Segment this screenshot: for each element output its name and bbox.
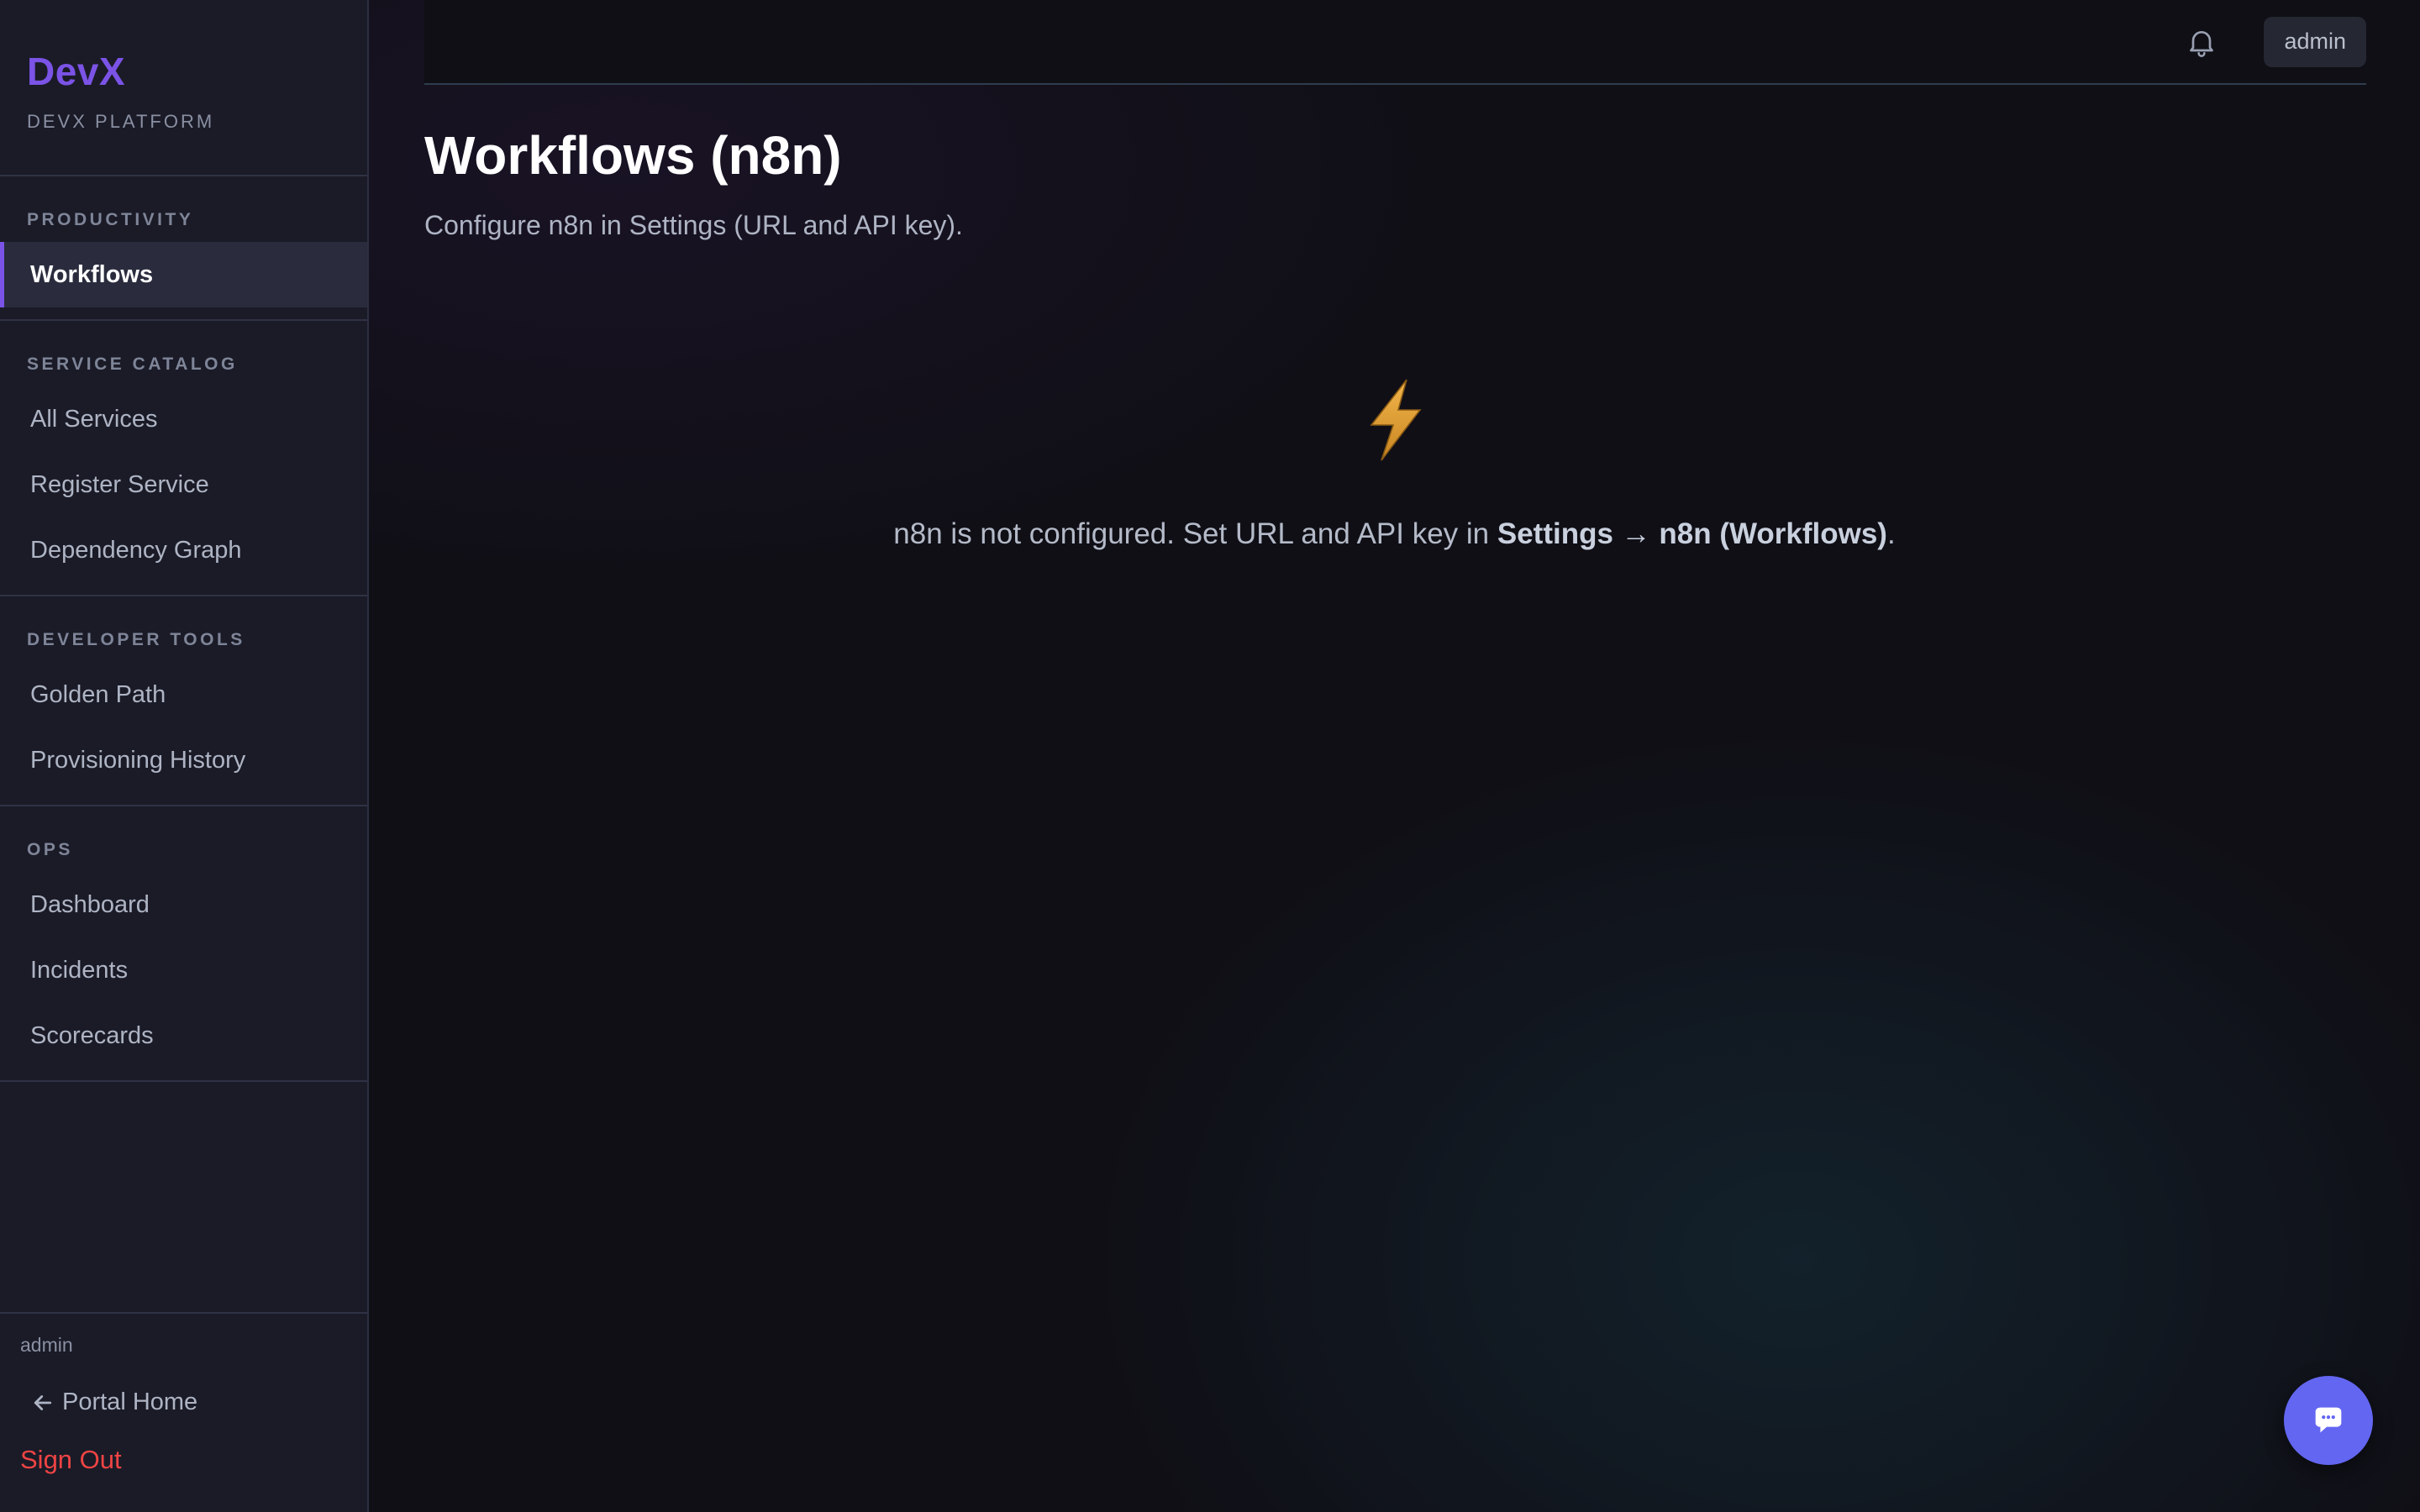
sidebar: DevX DEVX PLATFORM PRODUCTIVITY Workflow…: [0, 0, 369, 1512]
user-menu-button[interactable]: admin: [2264, 16, 2366, 67]
bell-icon[interactable]: [2185, 25, 2218, 59]
arrow-left-icon: [34, 1394, 52, 1410]
section-label: DEVELOPER TOOLS: [27, 630, 245, 649]
section-label: OPS: [27, 840, 73, 859]
nav-section-productivity: PRODUCTIVITY Workflows: [0, 176, 367, 321]
nav-section-service-catalog: SERVICE CATALOG All Services Register Se…: [0, 321, 367, 596]
lightning-bolt-icon: [1369, 379, 1422, 461]
sidebar-item-golden-path[interactable]: Golden Path: [0, 662, 367, 727]
sidebar-footer: admin Portal Home Sign Out: [0, 1312, 367, 1512]
portal-home-link[interactable]: Portal Home: [20, 1389, 347, 1416]
sidebar-item-workflows[interactable]: Workflows: [0, 242, 367, 307]
sidebar-item-provisioning-history[interactable]: Provisioning History: [0, 727, 367, 793]
settings-path: Settings → n8n (Workflows): [1497, 517, 1887, 550]
nav-section-developer-tools: DEVELOPER TOOLS Golden Path Provisioning…: [0, 596, 367, 806]
sidebar-item-all-services[interactable]: All Services: [0, 386, 367, 452]
section-label: PRODUCTIVITY: [27, 210, 194, 229]
empty-state-message: n8n is not configured. Set URL and API k…: [893, 517, 1895, 551]
page-subtitle: Configure n8n in Settings (URL and API k…: [424, 210, 963, 240]
sidebar-item-incidents[interactable]: Incidents: [0, 937, 367, 1003]
section-label: SERVICE CATALOG: [27, 354, 238, 374]
brand-subtitle: DEVX PLATFORM: [27, 111, 215, 132]
empty-state: n8n is not configured. Set URL and API k…: [369, 378, 2420, 551]
brand: DevX DEVX PLATFORM: [0, 0, 367, 176]
sidebar-item-scorecards[interactable]: Scorecards: [0, 1003, 367, 1068]
main-content: admin Workflows (n8n) Configure n8n in S…: [369, 0, 2420, 1512]
portal-home-label: Portal Home: [62, 1389, 198, 1415]
chat-button[interactable]: [2284, 1376, 2373, 1465]
page-title: Workflows (n8n): [424, 125, 842, 186]
sidebar-item-dashboard[interactable]: Dashboard: [0, 872, 367, 937]
sign-out-button[interactable]: Sign Out: [20, 1445, 347, 1475]
empty-message-suffix: .: [1886, 517, 1896, 550]
brand-title[interactable]: DevX: [27, 49, 340, 94]
topbar: admin: [424, 0, 2366, 85]
sidebar-item-dependency-graph[interactable]: Dependency Graph: [0, 517, 367, 583]
empty-message-prefix: n8n is not configured. Set URL and API k…: [893, 517, 1497, 550]
app-root: DevX DEVX PLATFORM PRODUCTIVITY Workflow…: [0, 0, 2420, 1512]
sidebar-item-register-service[interactable]: Register Service: [0, 452, 367, 517]
nav-section-ops: OPS Dashboard Incidents Scorecards: [0, 806, 367, 1082]
chat-bubble-icon: [2315, 1407, 2342, 1433]
footer-username: admin: [20, 1334, 73, 1356]
